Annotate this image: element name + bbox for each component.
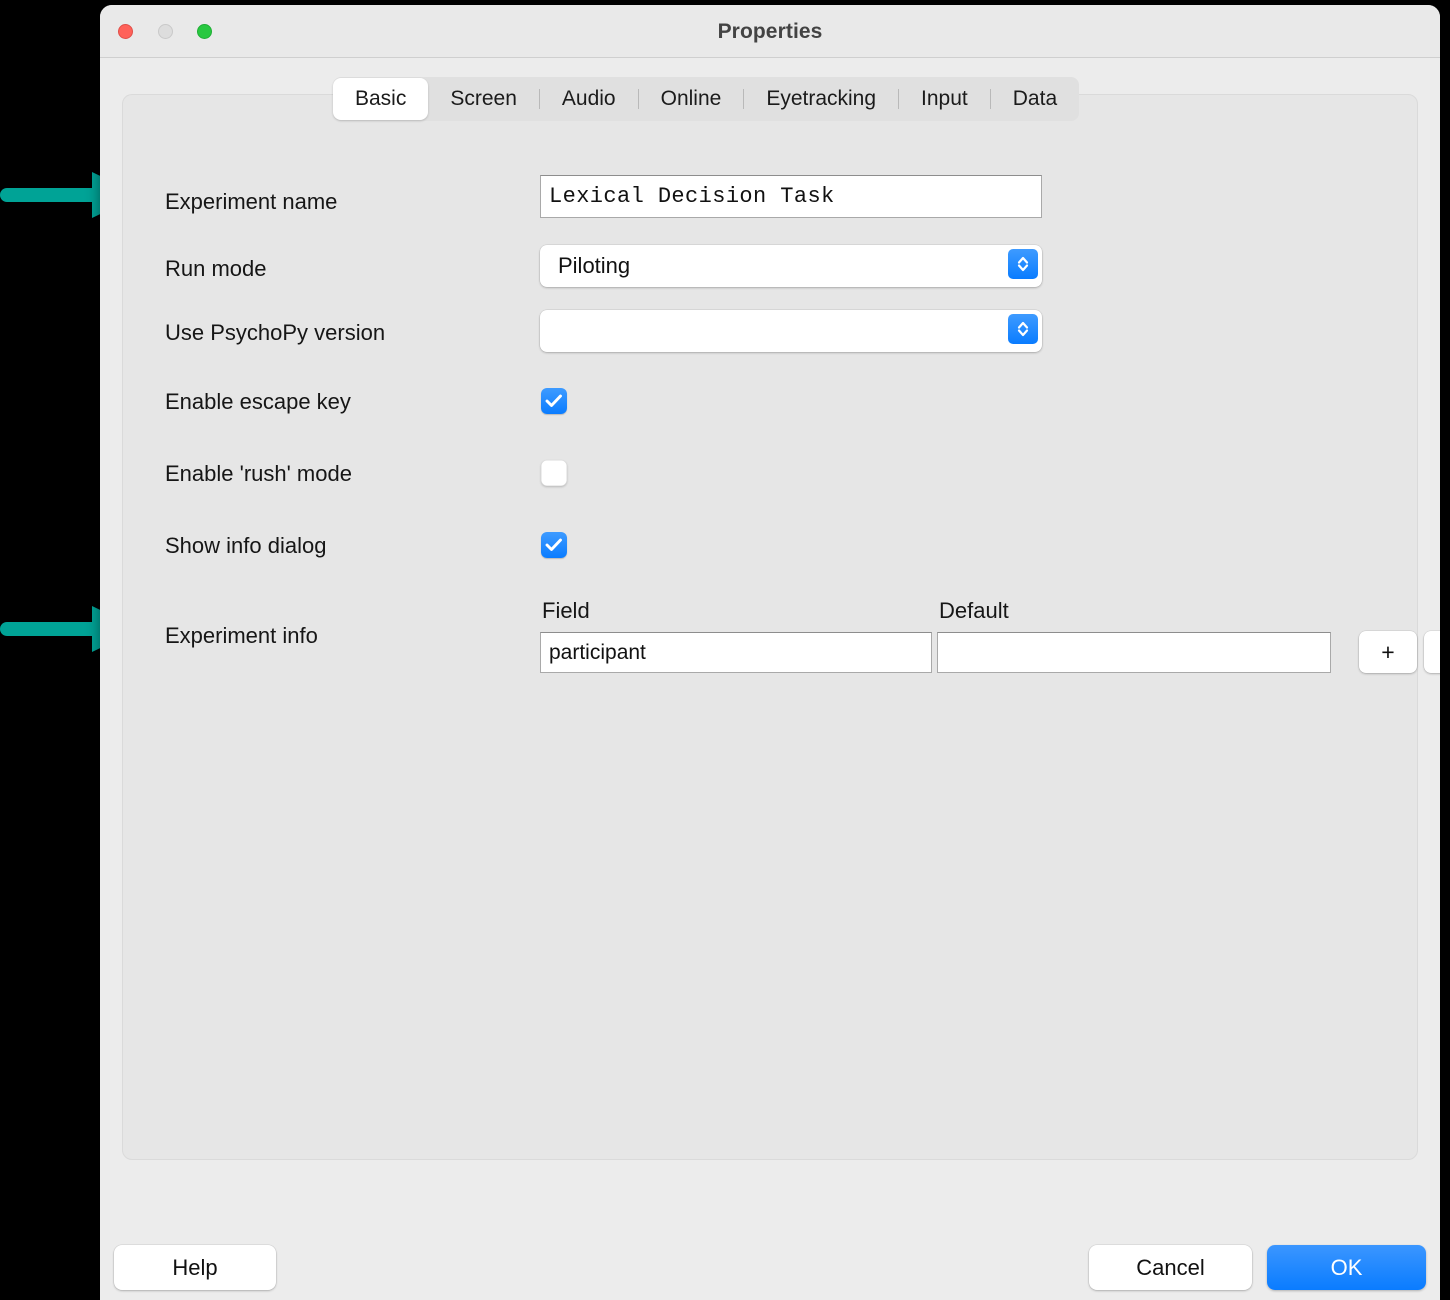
add-experiment-info-row-button[interactable]: + bbox=[1359, 631, 1417, 673]
window-title: Properties bbox=[717, 20, 823, 43]
tab-input[interactable]: Input bbox=[899, 77, 990, 121]
experiment-info-default-input[interactable] bbox=[937, 632, 1331, 673]
experiment-info-field-input[interactable]: participant bbox=[540, 632, 932, 673]
enable-escape-key-checkbox[interactable] bbox=[541, 388, 567, 414]
label-psychopy-version: Use PsychoPy version bbox=[165, 320, 386, 345]
arrow-shaft bbox=[0, 622, 95, 636]
tab-eyetracking[interactable]: Eyetracking bbox=[744, 77, 898, 121]
properties-window: Properties Experiment name Lexical Decis… bbox=[100, 5, 1440, 1300]
label-enable-escape-key: Enable escape key bbox=[165, 389, 351, 414]
tab-screen[interactable]: Screen bbox=[428, 77, 539, 121]
checkmark-icon bbox=[545, 394, 562, 407]
column-header-field: Field bbox=[542, 598, 590, 623]
remove-experiment-info-row-button[interactable]: - bbox=[1424, 631, 1440, 673]
screenshot-stage: Properties Experiment name Lexical Decis… bbox=[0, 0, 1450, 1300]
tab-online[interactable]: Online bbox=[639, 77, 744, 121]
label-enable-rush-mode: Enable 'rush' mode bbox=[165, 461, 352, 486]
tab-basic[interactable]: Basic bbox=[333, 78, 429, 120]
enable-rush-mode-checkbox[interactable] bbox=[541, 460, 567, 486]
row-run-mode: Run mode bbox=[165, 256, 267, 282]
show-info-dialog-checkbox[interactable] bbox=[541, 532, 567, 558]
column-header-default: Default bbox=[939, 598, 1009, 623]
run-mode-value: Piloting bbox=[558, 253, 631, 278]
label-experiment-name: Experiment name bbox=[165, 189, 338, 214]
row-psychopy-version: Use PsychoPy version bbox=[165, 320, 385, 346]
label-show-info-dialog: Show info dialog bbox=[165, 533, 327, 558]
tab-audio[interactable]: Audio bbox=[540, 77, 638, 121]
help-button[interactable]: Help bbox=[114, 1245, 276, 1290]
experiment-name-input[interactable]: Lexical Decision Task bbox=[540, 175, 1042, 218]
tab-bar: Basic Screen Audio Online Eyetracking In… bbox=[333, 77, 1080, 121]
row-show-info-dialog: Show info dialog bbox=[165, 533, 326, 559]
run-mode-select[interactable]: Piloting bbox=[540, 245, 1042, 287]
label-run-mode: Run mode bbox=[165, 256, 267, 281]
row-enable-rush-mode: Enable 'rush' mode bbox=[165, 461, 352, 487]
tab-data[interactable]: Data bbox=[991, 77, 1079, 121]
tab-panel: Experiment name Lexical Decision Task Ru… bbox=[122, 94, 1440, 1160]
row-experiment-info: Experiment info bbox=[165, 623, 318, 649]
chevron-updown-icon[interactable] bbox=[1008, 249, 1038, 279]
cancel-button[interactable]: Cancel bbox=[1089, 1245, 1252, 1290]
row-experiment-name: Experiment name bbox=[165, 189, 337, 215]
ok-button[interactable]: OK bbox=[1267, 1245, 1426, 1290]
row-enable-escape-key: Enable escape key bbox=[165, 389, 351, 415]
psychopy-version-select[interactable] bbox=[540, 310, 1042, 352]
arrow-shaft bbox=[0, 188, 95, 202]
window-titlebar: Properties bbox=[100, 5, 1440, 58]
chevron-updown-icon[interactable] bbox=[1008, 314, 1038, 344]
checkmark-icon bbox=[545, 538, 562, 551]
label-experiment-info: Experiment info bbox=[165, 623, 318, 648]
